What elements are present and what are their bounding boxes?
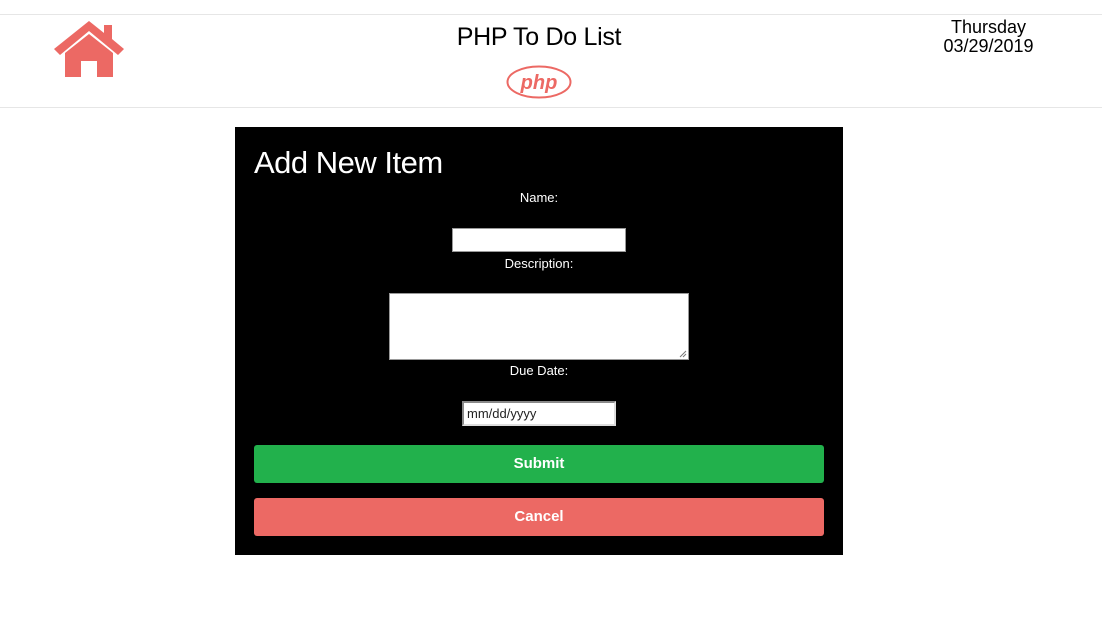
date-display: Thursday 03/29/2019 xyxy=(920,18,1057,56)
resize-grip-icon[interactable] xyxy=(679,350,687,358)
date-label: 03/29/2019 xyxy=(943,36,1034,56)
description-label: Description: xyxy=(504,256,574,271)
cancel-button[interactable]: Cancel xyxy=(254,498,824,536)
page-header: PHP To Do List php Thursday 03/29/2019 xyxy=(0,15,1102,108)
due-date-placeholder: mm/dd/yyyy xyxy=(467,406,537,421)
due-date-input[interactable]: mm/dd/yyyy xyxy=(462,401,616,426)
due-date-label: Due Date: xyxy=(509,363,569,378)
page-title: PHP To Do List xyxy=(456,23,622,51)
submit-button[interactable]: Submit xyxy=(254,445,824,483)
form-heading: Add New Item xyxy=(254,145,443,180)
day-label: Thursday xyxy=(950,17,1027,37)
name-input[interactable] xyxy=(452,228,626,252)
php-logo-text: php xyxy=(520,72,558,94)
add-item-form: Add New Item Name: Description: Due Date… xyxy=(235,127,843,555)
php-logo-icon: php xyxy=(506,65,572,99)
name-label: Name: xyxy=(519,190,559,205)
description-textarea[interactable] xyxy=(389,293,689,360)
